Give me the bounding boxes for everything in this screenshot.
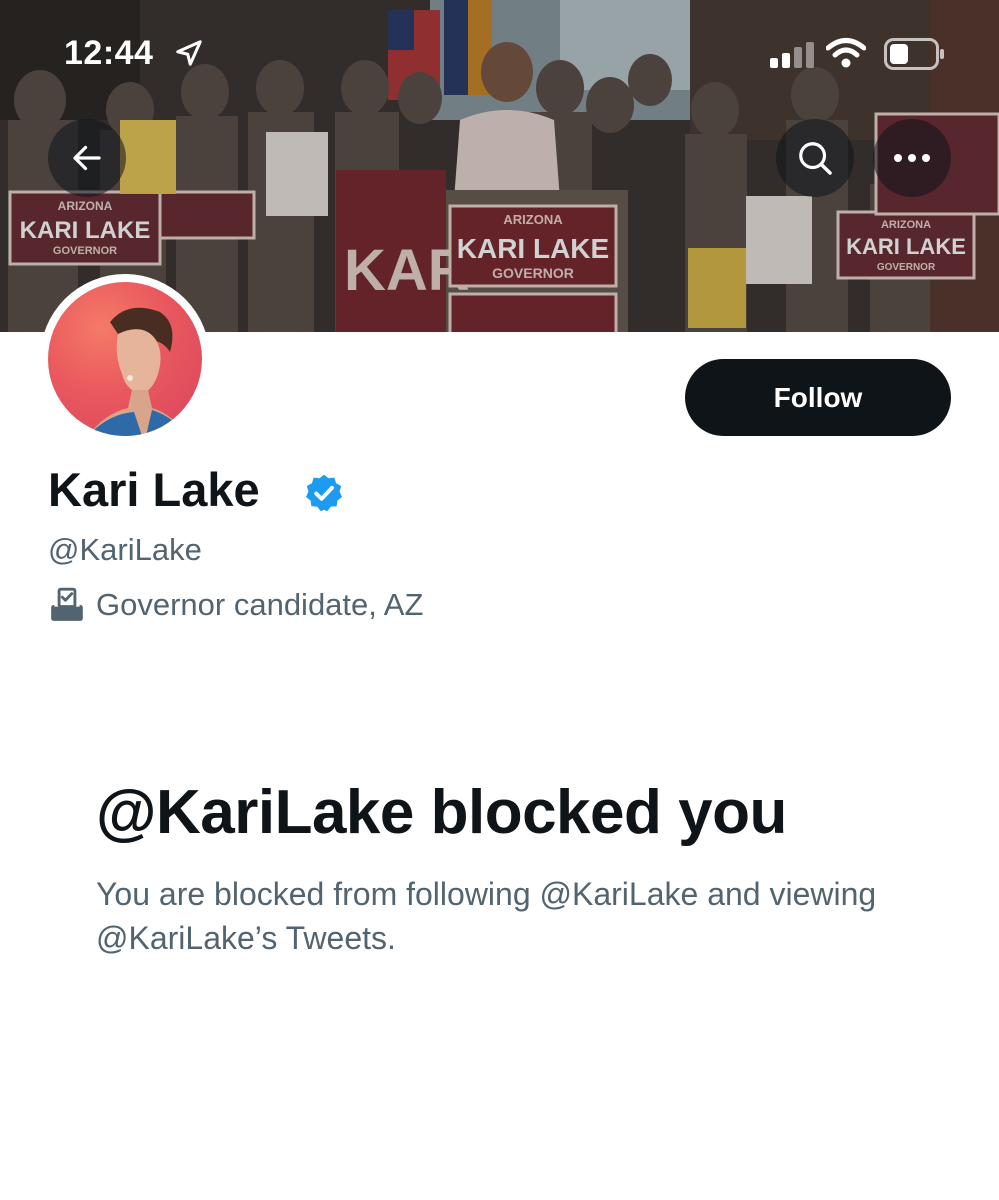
arrow-left-icon [73,145,101,171]
follow-button[interactable]: Follow [685,359,951,436]
profile-avatar[interactable] [40,274,210,444]
more-options-button[interactable] [873,119,951,197]
profile-handle: @KariLake [48,532,202,567]
display-name: Kari Lake [48,463,260,516]
status-bar-time: 12:44 [64,34,154,72]
blocked-description: You are blocked from following @KariLake… [96,876,877,956]
search-button[interactable] [776,119,854,197]
location-arrow-icon [176,40,202,66]
blocked-title: @KariLake blocked you [96,778,787,847]
wifi-icon [826,38,866,68]
verified-badge-icon [305,474,343,512]
more-horizontal-icon [894,154,930,162]
bio-text: Governor candidate, AZ [96,587,424,622]
avatar-photo [48,282,202,436]
search-icon [799,142,832,175]
back-button[interactable] [48,119,126,197]
ballot-box-icon [51,587,83,621]
battery-icon [884,38,944,70]
signal-icon [770,42,814,68]
profile-bio: Governor candidate, AZ [48,586,423,624]
